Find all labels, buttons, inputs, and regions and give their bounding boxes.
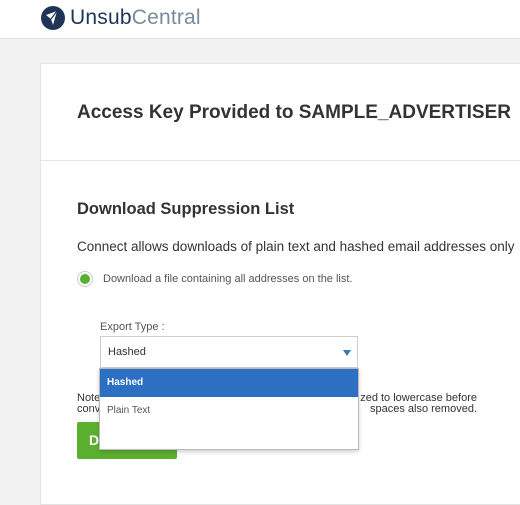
radio-dot — [80, 274, 90, 284]
card-header: Access Key Provided to SAMPLE_ADVERTISER — [41, 64, 520, 161]
download-all-label: Download a file containing all addresses… — [103, 273, 353, 285]
brand-name-part1: Unsub — [70, 6, 132, 29]
radio-selected-icon[interactable] — [77, 271, 93, 287]
option-plain-text[interactable]: Plain Text — [100, 397, 358, 425]
section-description: Connect allows downloads of plain text a… — [77, 239, 515, 254]
top-bar: UnsubCentral — [0, 0, 520, 39]
chevron-down-icon — [343, 350, 351, 356]
export-type-label: Export Type : — [100, 321, 165, 333]
section-title: Download Suppression List — [77, 200, 295, 218]
note-line-2-left: conv — [77, 403, 101, 415]
option-hashed[interactable]: Hashed — [100, 369, 358, 397]
export-type-dropdown: Hashed Plain Text — [99, 368, 359, 450]
brand-name: UnsubCentral — [70, 5, 201, 31]
unsubcentral-logo-icon — [41, 6, 65, 30]
brand-name-part2: Central — [131, 6, 201, 29]
export-type-select[interactable]: Hashed — [100, 336, 358, 368]
note-line-2-right: spaces also removed. — [370, 403, 477, 415]
download-all-option[interactable]: Download a file containing all addresses… — [77, 271, 352, 287]
page-title: Access Key Provided to SAMPLE_ADVERTISER — [77, 102, 511, 123]
export-type-value: Hashed — [108, 346, 146, 358]
brand-logo[interactable]: UnsubCentral — [40, 5, 201, 31]
